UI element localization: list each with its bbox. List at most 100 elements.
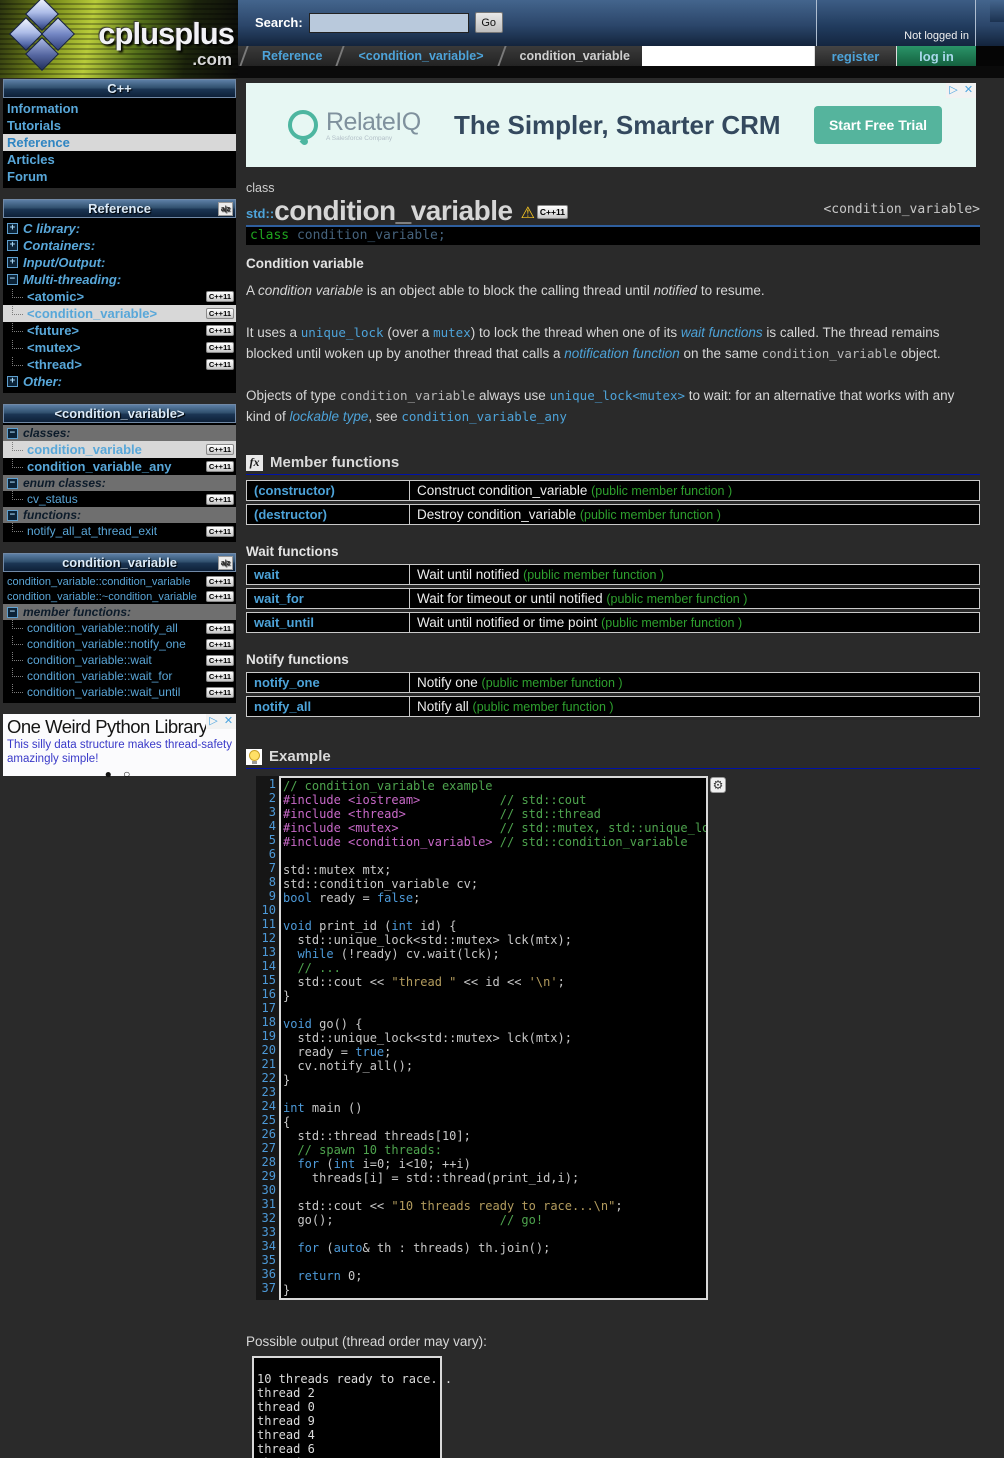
sort-alpha-icon[interactable]: a|z [218, 202, 233, 216]
search-go-button[interactable]: Go [475, 12, 503, 33]
register-button[interactable]: register [814, 46, 896, 66]
sidebar-ad-carousel-dots[interactable]: ● ○ [7, 767, 232, 781]
ad-cta-button[interactable]: Start Free Trial [814, 106, 942, 144]
sidebar-item[interactable]: condition_variable_anyC++11 [3, 458, 236, 475]
ad-close-icon[interactable]: ✕ [961, 83, 976, 98]
sidebar-item[interactable]: <condition_variable>C++11 [3, 305, 236, 322]
sidebar-group-header[interactable]: −functions: [3, 507, 236, 523]
output-line: thread 9 [257, 1414, 437, 1428]
collapse-icon[interactable]: − [7, 274, 18, 285]
sidebar-item[interactable]: +Input/Output: [3, 254, 236, 271]
member-type-suffix: (public member function ) [591, 484, 732, 498]
sidebar-item[interactable]: condition_variable::notify_allC++11 [3, 620, 236, 636]
sidebar-item[interactable]: <future>C++11 [3, 322, 236, 339]
sidebar-ad-body[interactable]: This silly data structure makes thread-s… [7, 738, 232, 766]
section-heading-example: Example [246, 748, 980, 769]
sidebar-item[interactable]: condition_variable::wait_forC++11 [3, 668, 236, 684]
sidebar-item[interactable]: +Containers: [3, 237, 236, 254]
search-input[interactable] [309, 13, 469, 33]
sidebar-item[interactable]: +Other: [3, 373, 236, 390]
function-link[interactable]: (destructor) [247, 505, 410, 524]
sidebar-item[interactable]: Reference [3, 134, 236, 151]
breadcrumb-item[interactable]: Reference [250, 46, 334, 66]
ad-brand-logo[interactable]: RelateIQ A Salesforce Company [288, 108, 421, 142]
code-line: #include <mutex> // std::mutex, std::uni… [283, 821, 706, 835]
tree-connector [12, 357, 23, 366]
sidebar-group-header[interactable]: −classes: [3, 425, 236, 441]
code-line: // condition_variable example [283, 779, 706, 793]
sort-alpha-icon[interactable]: a|z [218, 556, 233, 570]
sidebar-item[interactable]: Articles [3, 151, 236, 168]
sidebar-item[interactable]: <mutex>C++11 [3, 339, 236, 356]
function-link[interactable]: notify_one [247, 673, 410, 692]
expand-icon[interactable]: + [7, 240, 18, 251]
sidebar-item[interactable]: condition_variable::notify_oneC++11 [3, 636, 236, 652]
sidebar-item[interactable]: condition_variable::condition_variableC+… [3, 574, 236, 589]
text-segment: to resume. [697, 283, 765, 298]
sidebar-item-label: condition_variable::condition_variable [7, 576, 202, 588]
sidebar-item-label: <thread> [27, 357, 202, 372]
collapse-icon[interactable]: − [7, 478, 18, 489]
sidebar-item[interactable]: condition_variable::wait_untilC++11 [3, 684, 236, 700]
breadcrumb-item[interactable]: <condition_variable> [346, 46, 495, 66]
collapse-icon[interactable]: − [7, 428, 18, 439]
sidebar-item[interactable]: −Multi-threading: [3, 271, 236, 288]
sidebar-item-label: enum classes: [23, 476, 234, 490]
expand-icon[interactable]: + [7, 257, 18, 268]
sidebar-ad[interactable]: ▷ ✕ One Weird Python Library This silly … [3, 714, 236, 776]
sidebar-group-header[interactable]: −enum classes: [3, 475, 236, 491]
function-link[interactable]: (constructor) [247, 481, 410, 500]
code-settings-gear-icon[interactable]: ⚙ [710, 777, 726, 793]
ad-close-icon[interactable]: ✕ [221, 714, 236, 729]
sidebar-item[interactable]: cv_statusC++11 [3, 491, 236, 507]
code-source[interactable]: // condition_variable example#include <i… [279, 776, 708, 1300]
sidebar-item[interactable]: notify_all_at_thread_exitC++11 [3, 523, 236, 539]
sidebar-item-label: Information [7, 101, 234, 116]
sidebar-item[interactable]: Forum [3, 168, 236, 185]
table-row: wait_untilWait until notified or time po… [246, 612, 980, 633]
sidebar-item[interactable]: condition_variable::waitC++11 [3, 652, 236, 668]
sidebar-item[interactable]: condition_variableC++11 [3, 441, 236, 458]
function-link[interactable]: notify_all [247, 697, 410, 716]
sidebar-item[interactable]: condition_variable::~condition_variableC… [3, 589, 236, 604]
sidebar-item-label: condition_variable::wait_until [27, 685, 202, 699]
banner-ad[interactable]: ▷ ✕ RelateIQ A Salesforce Company The Si… [246, 83, 976, 167]
sidebar-item[interactable]: <atomic>C++11 [3, 288, 236, 305]
description-paragraph: It uses a unique_lock (over a mutex) to … [246, 322, 980, 364]
adchoices-icon[interactable]: ▷ [206, 714, 221, 729]
inline-link[interactable]: notification function [564, 346, 680, 361]
inline-link[interactable]: lockable type [290, 409, 369, 424]
sidebar-ad-headline[interactable]: One Weird Python Library [7, 716, 232, 738]
inline-link[interactable]: condition_variable_any [401, 409, 567, 424]
inline-link[interactable]: unique_lock<mutex> [550, 388, 685, 403]
sidebar-item[interactable]: <thread>C++11 [3, 356, 236, 373]
login-button[interactable]: log in [896, 46, 976, 66]
function-link[interactable]: wait_until [247, 613, 410, 632]
function-link[interactable]: wait [247, 565, 410, 584]
ad-headline[interactable]: The Simpler, Smarter CRM [421, 110, 814, 141]
inline-link[interactable]: unique_lock [301, 325, 384, 340]
site-logo[interactable]: cplusplus .com [0, 0, 238, 78]
inline-link[interactable]: mutex [433, 325, 471, 340]
expand-icon[interactable]: + [7, 376, 18, 387]
text-segment: (over a [384, 325, 434, 340]
sidebar-item[interactable]: +C library: [3, 220, 236, 237]
sidebar-item-label: functions: [23, 508, 234, 522]
adchoices-icon[interactable]: ▷ [946, 83, 961, 98]
expand-icon[interactable]: + [7, 223, 18, 234]
code-line [283, 1255, 706, 1269]
sidebar-group-header[interactable]: −member functions: [3, 604, 236, 620]
collapse-icon[interactable]: − [7, 607, 18, 618]
tree-connector [12, 306, 23, 315]
sidebar-panel: condition_variablea|zcondition_variable:… [3, 553, 236, 703]
code-line: int main () [283, 1101, 706, 1115]
breadcrumb-item[interactable]: condition_variable [508, 46, 642, 66]
inline-link[interactable]: wait functions [681, 325, 763, 340]
tree-connector [12, 652, 23, 661]
collapse-icon[interactable]: − [7, 510, 18, 521]
text-segment: condition_variable [762, 346, 897, 361]
function-link[interactable]: wait_for [247, 589, 410, 608]
sidebar-item[interactable]: Tutorials [3, 117, 236, 134]
relateiq-logo-icon [288, 110, 318, 140]
sidebar-item[interactable]: Information [3, 100, 236, 117]
